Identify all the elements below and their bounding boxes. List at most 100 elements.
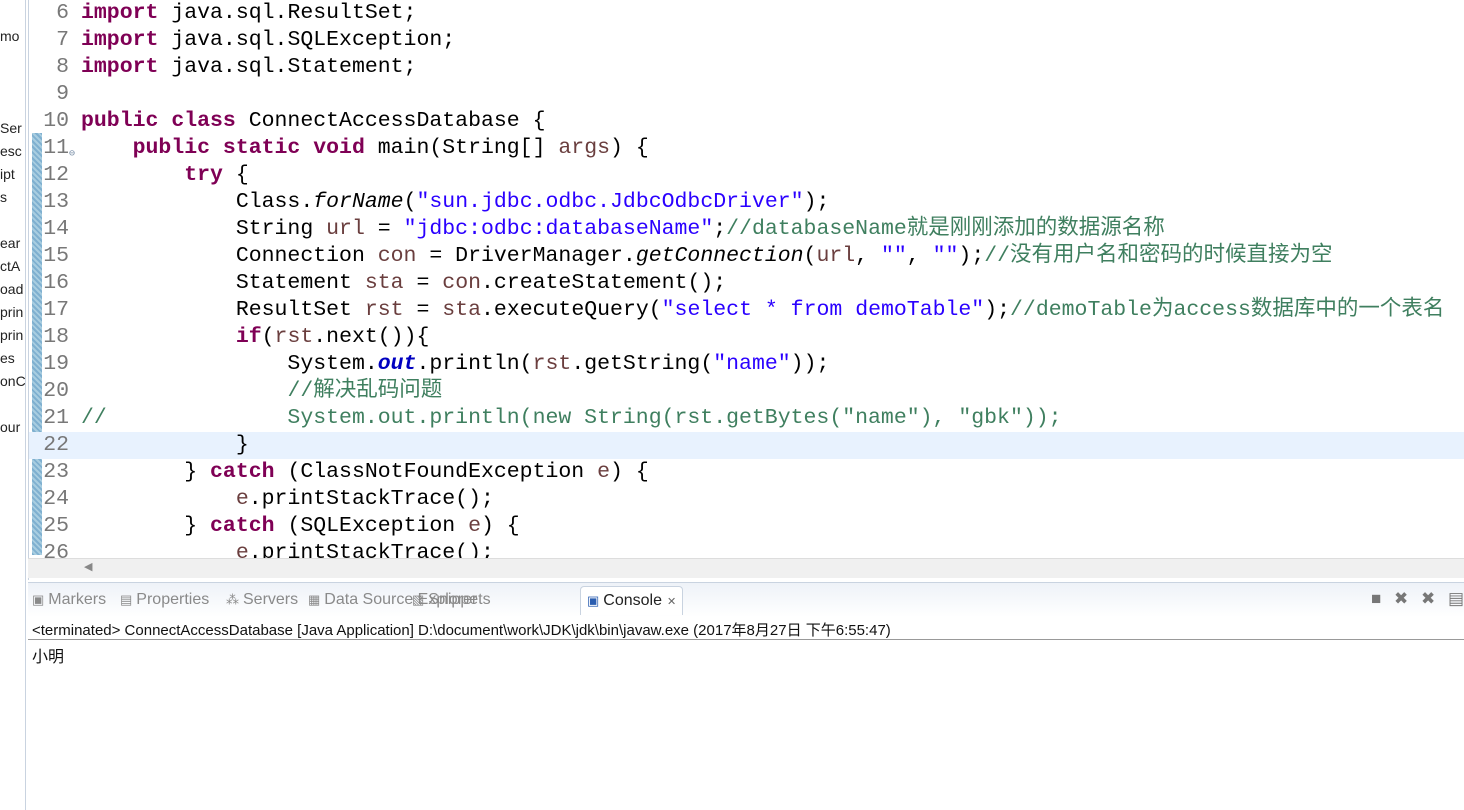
console-menu-icon[interactable]: ▤ [1448, 589, 1464, 608]
servers-icon: ⁂ [226, 592, 239, 607]
token-pl: .next()){ [313, 325, 430, 349]
token-kw: try [184, 163, 223, 187]
token-pl: .executeQuery( [481, 298, 662, 322]
code-text: public class ConnectAccessDatabase { [81, 108, 545, 135]
terminate-icon[interactable]: ■ [1371, 589, 1381, 608]
token-pl: ) { [481, 514, 520, 538]
horizontal-scrollbar[interactable]: ◀ [28, 558, 1464, 578]
line-number: 9 [56, 82, 69, 106]
code-editor[interactable]: 6 import java.sql.ResultSet; 7 import java.… [28, 0, 1464, 580]
code-line[interactable]: 18 if(rst.next()){ [29, 324, 1464, 351]
token-var: args [558, 136, 611, 160]
code-line[interactable]: 21 // System.out.println(new String(rst.g… [29, 405, 1464, 432]
code-line[interactable]: 12 try { [29, 162, 1464, 189]
divider [28, 639, 1464, 640]
line-number: 21 [43, 406, 69, 430]
explorer-item[interactable]: prin [0, 327, 23, 343]
code-line[interactable]: 15 Connection con = DriverManager.getCon… [29, 243, 1464, 270]
explorer-item[interactable]: onC [0, 373, 25, 389]
code-text: public static void main(String[] args) { [81, 135, 649, 162]
token-str: "" [932, 244, 959, 268]
code-line[interactable]: 8 import java.sql.Statement; [29, 54, 1464, 81]
explorer-item[interactable]: ear [0, 235, 20, 251]
token-sm: forName [313, 190, 404, 214]
code-line[interactable]: 11 ⊖ public static void main(String[] arg… [29, 135, 1464, 162]
explorer-item[interactable]: prin [0, 304, 23, 320]
token-pl: .printStackTrace(); [248, 487, 494, 511]
token-pl: ); [958, 244, 985, 268]
tab-servers[interactable]: ⁂ Servers [226, 591, 298, 609]
token-fld: out [377, 352, 417, 376]
token-com: //解决乱码问题 [287, 379, 443, 403]
code-text: e.printStackTrace(); [81, 486, 494, 513]
explorer-item[interactable]: our [0, 419, 20, 435]
code-line[interactable]: 10 public class ConnectAccessDatabase { [29, 108, 1464, 135]
explorer-item[interactable]: s [0, 189, 7, 205]
token-pl: } [81, 433, 249, 457]
token-var: rst [532, 352, 572, 376]
data-source-icon: ▦ [308, 592, 321, 607]
explorer-item[interactable]: es [0, 350, 15, 366]
scroll-left-icon[interactable]: ◀ [84, 560, 92, 573]
code-line[interactable]: 23 } catch (ClassNotFoundException e) { [29, 459, 1464, 486]
token-var: e [597, 460, 611, 484]
token-var: con [442, 271, 482, 295]
token-kw: import [81, 55, 159, 79]
code-line[interactable]: 16 Statement sta = con.createStatement()… [29, 270, 1464, 297]
tab-console[interactable]: ▣ Console ✕ [580, 586, 684, 615]
remove-launch-icon[interactable]: ✖ [1394, 589, 1408, 608]
code-line[interactable]: 25 } catch (SQLException e) { [29, 513, 1464, 540]
explorer-item[interactable]: Ser [0, 120, 22, 136]
code-line[interactable]: 20 //解决乱码问题 [29, 378, 1464, 405]
code-text: String url = "jdbc:odbc:databaseName";//… [81, 216, 1165, 243]
code-line[interactable]: 14 String url = "jdbc:odbc:databaseName"… [29, 216, 1464, 243]
code-line[interactable]: 17 ResultSet rst = sta.executeQuery("sel… [29, 297, 1464, 324]
explorer-item[interactable]: mo [0, 28, 19, 44]
token-pl: (ClassNotFoundException [274, 460, 598, 484]
console-toolbar: ■ ✖ ✖ ▤ [1363, 589, 1464, 609]
code-text: if(rst.next()){ [81, 324, 430, 351]
token-com: // System.out.println(new String(rst.get… [81, 406, 1062, 430]
explorer-item[interactable]: ipt [0, 166, 15, 182]
tab-snippets[interactable]: ▧ Snippets [412, 591, 491, 609]
bottom-panel: ▣ Markers ▤ Properties ⁂ Servers ▦ Data Source … [28, 582, 1464, 810]
console-output: 小明 [32, 649, 65, 666]
code-text: Connection con = DriverManager.getConnec… [81, 243, 1333, 270]
explorer-item[interactable]: ctA [0, 258, 20, 274]
code-line[interactable]: 19 System.out.println(rst.getString("nam… [29, 351, 1464, 378]
token-var: url [816, 244, 856, 268]
line-number: 18 [43, 325, 69, 349]
token-pl: ); [984, 298, 1011, 322]
token-str: "name" [713, 352, 791, 376]
token-pl: = DriverManager. [416, 244, 636, 268]
token-pl: String [81, 217, 327, 241]
token-sm: getConnection [635, 244, 804, 268]
code-text: //解决乱码问题 [81, 378, 442, 405]
explorer-item[interactable]: esc [0, 143, 22, 159]
tab-markers[interactable]: ▣ Markers [32, 591, 106, 609]
token-pl: ( [261, 325, 275, 349]
snippets-icon: ▧ [412, 592, 425, 607]
token-kw: catch [210, 514, 275, 538]
code-line[interactable]: 9 [29, 81, 1464, 108]
line-number: 16 [43, 271, 69, 295]
token-kw: if [235, 325, 262, 349]
code-line[interactable]: 6 import java.sql.ResultSet; [29, 0, 1464, 27]
token-pl: java.sql.ResultSet; [158, 1, 417, 25]
remove-all-terminated-icon[interactable]: ✖ [1421, 589, 1435, 608]
line-number: 14 [43, 217, 69, 241]
token-pl: , [855, 244, 881, 268]
tab-properties[interactable]: ▤ Properties [120, 591, 209, 609]
token-kw: import [81, 1, 159, 25]
token-pl: .println( [416, 352, 533, 376]
token-str: "" [880, 244, 907, 268]
close-icon[interactable]: ✕ [667, 596, 676, 608]
code-line[interactable]: 7 import java.sql.SQLException; [29, 27, 1464, 54]
line-number: 11 [43, 136, 69, 160]
code-line[interactable]: 13 Class.forName("sun.jdbc.odbc.JdbcOdbc… [29, 189, 1464, 216]
code-line[interactable]: 22 } [29, 432, 1464, 459]
code-line[interactable]: 24 e.printStackTrace(); [29, 486, 1464, 513]
token-var: rst [364, 298, 404, 322]
explorer-item[interactable]: oad [0, 281, 23, 297]
